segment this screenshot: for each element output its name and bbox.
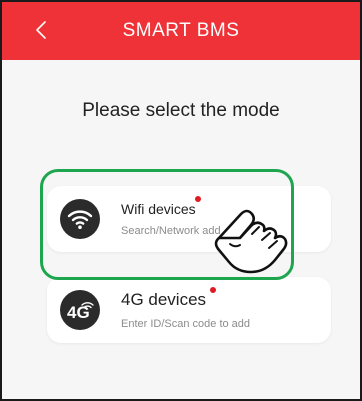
app-header: SMART BMS — [2, 2, 360, 60]
notification-dot — [210, 287, 216, 293]
back-button[interactable] — [30, 16, 52, 44]
4g-icon: 4G — [60, 290, 100, 330]
notification-dot — [195, 196, 201, 202]
4g-devices-title: 4G devices — [121, 290, 207, 309]
4g-devices-card[interactable]: 4G 4G devices Enter ID/Scan code to add — [47, 277, 331, 343]
app-screen: SMART BMS Please select the mode Wifi de… — [0, 0, 362, 401]
4g-devices-subtitle: Enter ID/Scan code to add — [121, 318, 251, 330]
chevron-left-icon — [36, 21, 46, 39]
wifi-devices-subtitle: Search/Network add — [121, 225, 221, 237]
wifi-devices-title: Wifi devices — [121, 201, 196, 217]
wifi-devices-card[interactable]: Wifi devices Search/Network add — [47, 186, 331, 252]
mode-prompt: Please select the mode — [82, 100, 280, 121]
wifi-icon — [60, 199, 100, 239]
page-title: SMART BMS — [122, 20, 240, 41]
